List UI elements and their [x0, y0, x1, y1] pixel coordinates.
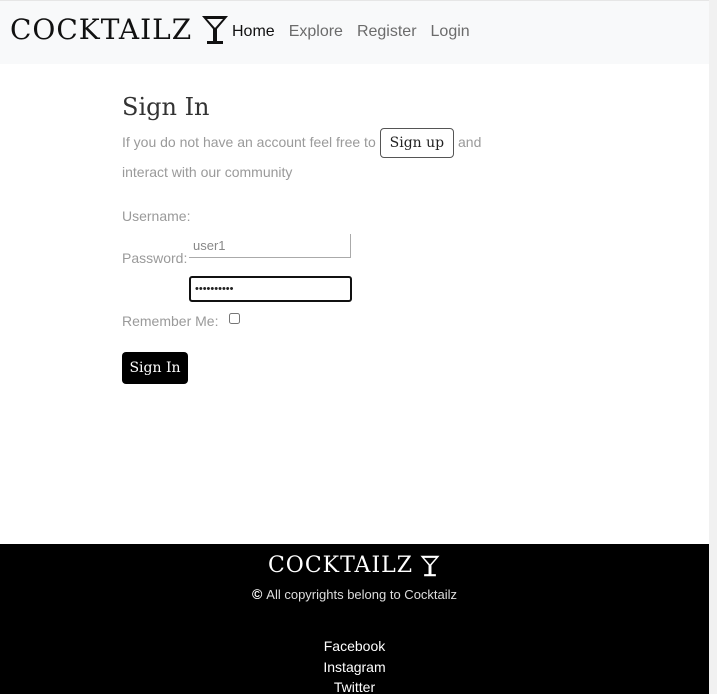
page: COCKTAILZ Home Explore Register Login Si…: [0, 0, 717, 694]
social-links: Facebook Instagram Twitter: [0, 636, 709, 694]
martini-glass-icon: [420, 555, 440, 577]
brand-link[interactable]: COCKTAILZ: [10, 12, 230, 48]
password-field[interactable]: [189, 276, 352, 302]
footer-brand-text: COCKTAILZ: [267, 553, 414, 578]
remember-me-checkbox[interactable]: [229, 313, 240, 324]
nav-link-explore[interactable]: Explore: [289, 21, 343, 43]
nav-link-register[interactable]: Register: [357, 21, 417, 43]
page-title: Sign In: [122, 93, 210, 121]
instagram-link[interactable]: Instagram: [0, 657, 709, 678]
intro-before: If you do not have an account feel free …: [122, 134, 376, 150]
nav-links: Home Explore Register Login: [232, 21, 484, 43]
remember-me-label: Remember Me:: [122, 313, 219, 329]
username-field[interactable]: [189, 234, 351, 258]
copyright: © All copyrights belong to Cocktailz: [0, 586, 709, 602]
footer: COCKTAILZ © All copyrights belong to Coc…: [0, 544, 709, 694]
password-label: Password:: [122, 250, 188, 266]
main-content: Sign In If you do not have an account fe…: [122, 90, 542, 384]
navbar: COCKTAILZ Home Explore Register Login: [0, 0, 709, 64]
copyright-text: All copyrights belong to Cocktailz: [266, 586, 458, 602]
intro-text: If you do not have an account feel free …: [122, 128, 502, 186]
signup-button[interactable]: Sign up: [379, 128, 455, 159]
footer-brand: COCKTAILZ: [0, 552, 709, 580]
username-label: Username:: [122, 208, 191, 224]
nav-link-login[interactable]: Login: [431, 21, 470, 43]
signin-button[interactable]: Sign In: [122, 352, 188, 384]
nav-link-home[interactable]: Home: [232, 21, 275, 43]
brand-text: COCKTAILZ: [10, 13, 193, 46]
martini-glass-icon: [202, 16, 229, 44]
twitter-link[interactable]: Twitter: [0, 677, 709, 694]
facebook-link[interactable]: Facebook: [0, 636, 709, 657]
scrollbar-gutter: [709, 0, 717, 694]
copyright-icon: ©: [251, 586, 263, 602]
